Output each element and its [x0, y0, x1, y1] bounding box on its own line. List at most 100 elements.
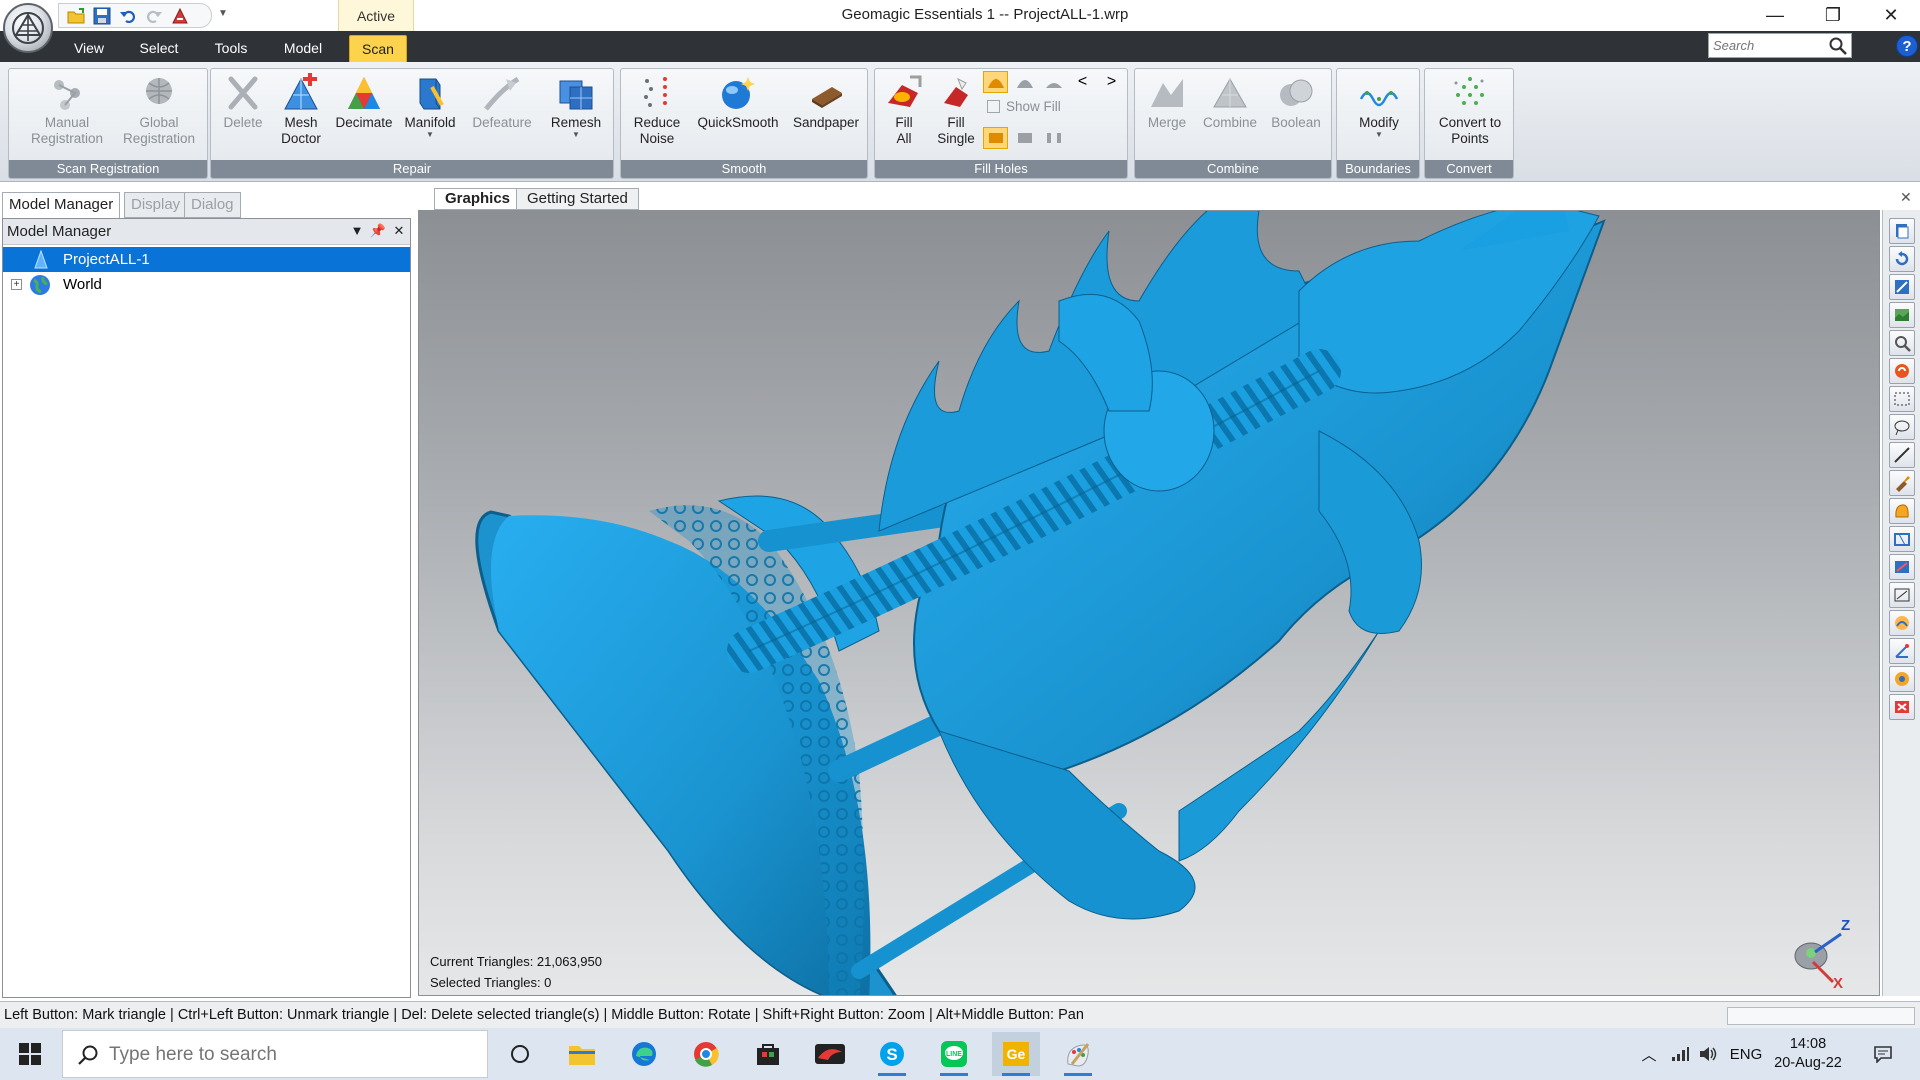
- reduce-noise-button[interactable]: Reduce Noise: [625, 71, 689, 159]
- select-visible-icon[interactable]: [1889, 554, 1915, 580]
- skype-icon[interactable]: S: [868, 1032, 916, 1076]
- qat-customize-chevron-icon[interactable]: ▼: [218, 8, 228, 19]
- clear-selection-icon[interactable]: [1889, 694, 1915, 720]
- start-button[interactable]: [0, 1028, 60, 1080]
- help-icon[interactable]: ?: [1896, 35, 1918, 57]
- language-indicator[interactable]: ENG: [1728, 1042, 1764, 1066]
- application-menu-button[interactable]: [3, 3, 53, 53]
- modify-dropdown-icon[interactable]: ▼: [1375, 131, 1383, 139]
- manual-registration-button[interactable]: Manual Registration: [21, 71, 113, 159]
- tab-model-manager[interactable]: Model Manager: [2, 192, 121, 218]
- select-through-icon[interactable]: [1889, 526, 1915, 552]
- edge-browser-icon[interactable]: [620, 1032, 668, 1076]
- paintbrush-select-icon[interactable]: [1889, 470, 1915, 496]
- quicksmooth-button[interactable]: QuickSmooth: [689, 71, 787, 159]
- tab-view[interactable]: View: [72, 35, 106, 62]
- view-tool-copy-icon[interactable]: [1889, 218, 1915, 244]
- mesh-tool-icon[interactable]: [169, 6, 191, 26]
- tab-display[interactable]: Display: [124, 192, 188, 218]
- fit-view-icon[interactable]: [1889, 274, 1915, 300]
- custom-region-icon[interactable]: [1889, 498, 1915, 524]
- scene-view-icon[interactable]: [1889, 302, 1915, 328]
- combine-button[interactable]: Combine: [1197, 71, 1263, 159]
- undo-icon[interactable]: [117, 6, 139, 26]
- remesh-dropdown-icon[interactable]: ▼: [572, 131, 580, 139]
- fill-complete-icon[interactable]: [983, 127, 1008, 149]
- taskbar-search-box[interactable]: [62, 1030, 488, 1078]
- axis-triad[interactable]: Z X: [1789, 908, 1859, 992]
- search-field[interactable]: [1708, 33, 1852, 58]
- store-icon[interactable]: [744, 1032, 792, 1076]
- lasso-select-icon[interactable]: [1889, 414, 1915, 440]
- pin-icon[interactable]: 📌: [369, 222, 387, 240]
- remesh-button[interactable]: Remesh ▼: [541, 71, 611, 159]
- show-fill-checkbox[interactable]: Show Fill: [987, 99, 1061, 114]
- tab-tools[interactable]: Tools: [212, 35, 250, 62]
- modify-button[interactable]: Modify ▼: [1341, 71, 1417, 159]
- tab-graphics[interactable]: Graphics: [434, 188, 522, 210]
- volume-icon[interactable]: [1696, 1042, 1720, 1066]
- mesh-doctor-button[interactable]: Mesh Doctor: [273, 71, 329, 159]
- paint-app-icon[interactable]: [1054, 1032, 1102, 1076]
- line-select-icon[interactable]: [1889, 442, 1915, 468]
- geomagic-app-icon[interactable]: Ge: [992, 1032, 1040, 1076]
- panel-menu-chevron-icon[interactable]: ▼: [348, 222, 366, 240]
- task-view-icon[interactable]: [496, 1032, 544, 1076]
- tab-dialog[interactable]: Dialog: [184, 192, 241, 218]
- save-icon[interactable]: [91, 6, 113, 26]
- next-hole-chevron-icon[interactable]: >: [1099, 71, 1124, 93]
- show-fill-checkbox-box[interactable]: [987, 100, 1000, 113]
- open-folder-icon[interactable]: [65, 6, 87, 26]
- boolean-button[interactable]: Boolean: [1263, 71, 1329, 159]
- global-registration-button[interactable]: Global Registration: [113, 71, 205, 159]
- tab-getting-started[interactable]: Getting Started: [516, 188, 639, 210]
- rotate-view-icon[interactable]: [1889, 246, 1915, 272]
- tab-select[interactable]: Select: [137, 35, 181, 62]
- previous-hole-chevron-icon[interactable]: <: [1070, 71, 1095, 93]
- manifold-button[interactable]: Manifold ▼: [397, 71, 463, 159]
- fill-bridge-icon[interactable]: [1041, 127, 1066, 149]
- fill-all-button[interactable]: Fill All: [879, 71, 929, 159]
- system-clock[interactable]: 14:08 20-Aug-22: [1766, 1035, 1850, 1073]
- merge-button[interactable]: Merge: [1137, 71, 1197, 159]
- sandpaper-button[interactable]: Sandpaper: [787, 71, 865, 159]
- network-icon[interactable]: [1668, 1042, 1692, 1066]
- red-app-icon[interactable]: [806, 1032, 854, 1076]
- close-document-icon[interactable]: ✕: [1900, 189, 1912, 206]
- close-window-button[interactable]: ✕: [1862, 0, 1920, 31]
- defeature-button[interactable]: Defeature: [465, 71, 539, 159]
- taskbar-search-input[interactable]: [109, 1043, 469, 1067]
- search-input[interactable]: [1713, 36, 1825, 55]
- expand-icon[interactable]: +: [11, 279, 22, 290]
- graphics-viewport[interactable]: Current Triangles: 21,063,950 Selected T…: [418, 210, 1880, 996]
- rectangle-select-icon[interactable]: [1889, 386, 1915, 412]
- notifications-icon[interactable]: [1868, 1042, 1898, 1066]
- close-panel-icon[interactable]: ✕: [390, 222, 408, 240]
- scanned-mesh-model[interactable]: [419, 211, 1880, 996]
- show-hidden-icons-chevron-icon[interactable]: ︿: [1638, 1042, 1660, 1066]
- tree-item-project[interactable]: ProjectALL-1: [3, 247, 410, 272]
- redo-icon[interactable]: [143, 6, 165, 26]
- convert-to-points-button[interactable]: Convert to Points: [1427, 71, 1513, 159]
- line-messenger-icon[interactable]: LINE: [930, 1032, 978, 1076]
- file-explorer-icon[interactable]: [558, 1032, 606, 1076]
- maximize-button[interactable]: ❐: [1804, 0, 1862, 31]
- fill-tangent-icon[interactable]: [1012, 71, 1037, 93]
- tree-item-world[interactable]: + World: [3, 272, 410, 297]
- fill-curvature-icon[interactable]: [983, 71, 1008, 93]
- chrome-browser-icon[interactable]: [682, 1032, 730, 1076]
- search-icon[interactable]: [1828, 36, 1848, 56]
- tab-model[interactable]: Model: [281, 35, 325, 62]
- select-by-angle-icon[interactable]: [1889, 638, 1915, 664]
- zoom-icon[interactable]: [1889, 330, 1915, 356]
- fill-flat-icon[interactable]: [1041, 71, 1066, 93]
- minimize-button[interactable]: —: [1746, 0, 1804, 31]
- select-components-icon[interactable]: [1889, 582, 1915, 608]
- fill-single-button[interactable]: Fill Single: [929, 71, 983, 159]
- manifold-dropdown-icon[interactable]: ▼: [426, 131, 434, 139]
- decimate-button[interactable]: Decimate: [331, 71, 397, 159]
- select-all-icon[interactable]: [1889, 666, 1915, 692]
- lighting-icon[interactable]: [1889, 358, 1915, 384]
- tab-scan[interactable]: Scan: [349, 35, 407, 62]
- fill-partial-icon[interactable]: [1012, 127, 1037, 149]
